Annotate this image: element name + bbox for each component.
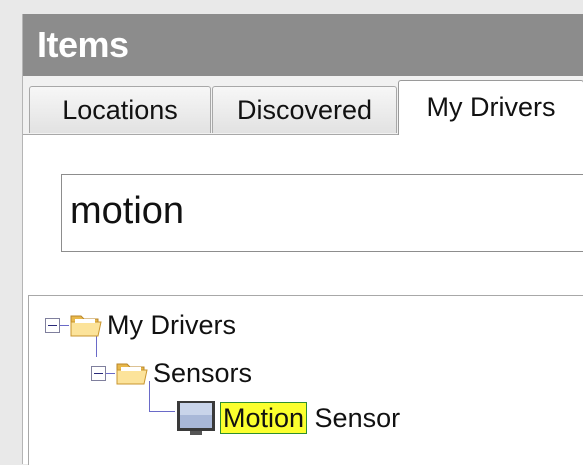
folder-open-icon [116,363,148,385]
tree-connector [106,372,115,374]
tree-node-sensors[interactable]: Sensors [91,356,252,390]
panel-title: Items [37,24,129,65]
tab-discovered[interactable]: Discovered [212,86,397,133]
search-input[interactable]: motion [61,174,583,252]
items-panel: Items Locations Discovered My Drivers mo… [22,14,583,465]
tree-node-my-drivers[interactable]: My Drivers [45,308,236,342]
folder-open-icon [70,315,102,337]
tree-node-label: My Drivers [107,309,236,340]
tree-node-motion-sensor[interactable]: Motion Sensor [176,398,400,438]
tree-node-label: Sensor [307,402,401,433]
tree-connector [149,411,175,412]
panel-titlebar: Items [23,14,583,76]
driver-tree: My Drivers Sensors Motion Sensor [28,295,583,465]
collapse-icon[interactable] [45,317,60,333]
search-match-highlight: Motion [220,402,308,434]
tab-strip: Locations Discovered My Drivers [23,76,583,135]
tab-locations[interactable]: Locations [29,86,211,133]
tree-connector [60,324,69,326]
tab-my-drivers[interactable]: My Drivers [398,80,583,135]
monitor-icon [177,401,215,435]
collapse-icon[interactable] [91,365,106,381]
tree-node-label: Sensors [153,357,253,388]
